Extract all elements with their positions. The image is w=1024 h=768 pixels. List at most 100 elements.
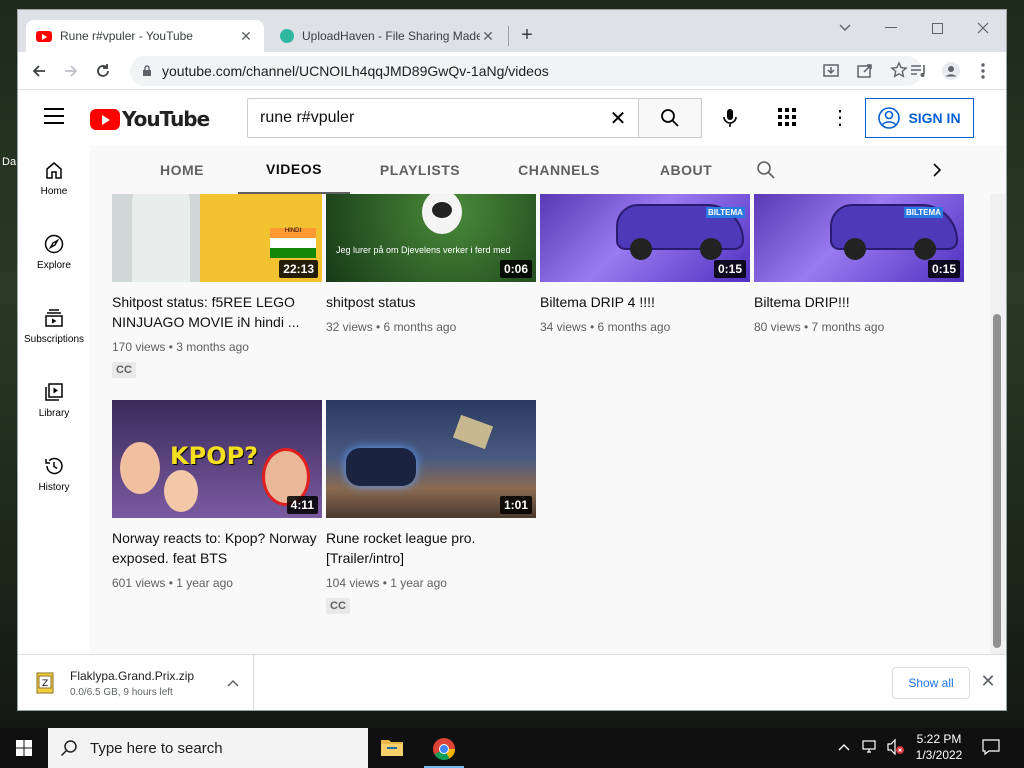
library-icon (45, 382, 63, 401)
windows-logo-icon (16, 740, 32, 756)
volume-muted-icon[interactable] (886, 738, 906, 761)
guide-item-library[interactable]: Library (18, 368, 90, 432)
search-query[interactable]: rune r#vpuler (260, 109, 598, 127)
system-clock[interactable]: 5:22 PM 1/3/2022 (908, 731, 970, 763)
maximize-icon (931, 22, 943, 34)
video-thumbnail[interactable]: BILTEMA 0:15 (754, 194, 964, 282)
clock-time: 5:22 PM (916, 732, 962, 746)
video-duration: 0:06 (499, 260, 532, 278)
address-bar[interactable]: youtube.com/channel/UCNOILh4qqJMD89GwQv-… (130, 56, 922, 86)
tab-home[interactable]: HOME (126, 146, 238, 194)
close-icon[interactable]: ✕ (238, 28, 254, 45)
video-title[interactable]: Biltema DRIP 4 !!!! (540, 292, 750, 312)
tab-uploadhaven[interactable]: UploadHaven - File Sharing Made Simple ✕ (270, 20, 506, 52)
download-item[interactable]: Z Flaklypa.Grand.Prix.zip 0.0/6.5 GB, 9 … (28, 655, 254, 710)
video-card[interactable]: BILTEMA 0:15 Biltema DRIP!!! 80 views • … (754, 194, 964, 334)
video-title[interactable]: Shitpost status: f5REE LEGO NINJUAGO MOV… (112, 292, 322, 332)
youtube-favicon-icon (36, 30, 52, 42)
desktop-icon-label[interactable]: Da (2, 156, 16, 168)
video-grid: HINDI 22:13 Shitpost status: f5REE LEGO … (90, 194, 990, 654)
tab-search-button[interactable] (822, 14, 868, 42)
reload-button[interactable] (92, 60, 114, 82)
scrollbar-thumb[interactable] (993, 314, 1001, 648)
lock-icon[interactable] (142, 65, 152, 77)
chevron-right-icon[interactable] (932, 162, 942, 183)
arrow-right-icon (65, 65, 78, 77)
show-all-button[interactable]: Show all (892, 667, 970, 699)
youtube-apps-icon[interactable] (778, 108, 798, 128)
tab-about[interactable]: ABOUT (638, 146, 734, 194)
arrow-left-icon (32, 65, 45, 77)
guide-item-explore[interactable]: Explore (18, 220, 90, 284)
chrome-taskbar-icon[interactable] (424, 732, 464, 768)
playlist-music-icon (911, 65, 925, 77)
media-control-button[interactable] (908, 60, 930, 82)
window-close-button[interactable] (960, 14, 1006, 42)
file-explorer-taskbar-icon[interactable] (380, 736, 408, 760)
install-app-icon[interactable] (822, 62, 840, 85)
hamburger-menu-icon[interactable] (44, 108, 64, 124)
cc-badge: CC (326, 598, 350, 614)
video-card[interactable]: Jeg lurer på om Djevelens verker i ferd … (326, 194, 536, 334)
video-thumbnail[interactable]: BILTEMA 0:15 (540, 194, 750, 282)
network-icon[interactable] (862, 738, 880, 761)
tab-videos[interactable]: VIDEOS (238, 146, 350, 194)
show-hidden-icons-chevron-icon[interactable] (838, 740, 850, 754)
video-card[interactable]: 1:01 Rune rocket league pro. [Trailer/in… (326, 400, 536, 614)
video-thumbnail[interactable]: Jeg lurer på om Djevelens verker i ferd … (326, 194, 536, 282)
chevron-up-icon[interactable] (227, 679, 239, 687)
thumbnail-overlay-text: KPOP? (170, 442, 259, 470)
channel-search-icon[interactable] (756, 160, 776, 185)
notification-center-icon[interactable] (982, 738, 1000, 761)
minimize-button[interactable] (868, 14, 914, 42)
maximize-button[interactable] (914, 14, 960, 42)
tab-playlists[interactable]: PLAYLISTS (360, 146, 480, 194)
biltema-badge: BILTEMA (706, 207, 745, 218)
guide-item-label: History (38, 481, 70, 493)
video-thumbnail[interactable]: HINDI 22:13 (112, 194, 322, 282)
clear-search-icon[interactable]: ✕ (598, 106, 638, 131)
guide-item-subscriptions[interactable]: Subscriptions (18, 294, 90, 358)
video-duration: 4:11 (286, 496, 318, 514)
video-title[interactable]: Rune rocket league pro. [Trailer/intro] (326, 528, 536, 568)
video-meta: 32 views • 6 months ago (326, 320, 457, 334)
video-title[interactable]: shitpost status (326, 292, 536, 312)
browser-window: Rune r#vpuler - YouTube ✕ UploadHaven - … (18, 10, 1006, 710)
start-button[interactable] (0, 728, 48, 768)
new-tab-button[interactable]: + (515, 24, 539, 48)
close-download-shelf-icon[interactable]: ✕ (978, 671, 998, 695)
reload-icon (97, 64, 109, 77)
video-card[interactable]: KPOP? 4:11 Norway reacts to: Kpop? Norwa… (112, 400, 322, 590)
close-icon[interactable]: ✕ (480, 28, 496, 45)
guide-item-home[interactable]: Home (18, 146, 90, 210)
forward-button[interactable] (60, 60, 82, 82)
settings-more-icon[interactable]: ⋮ (830, 106, 850, 130)
search-icon (60, 740, 77, 757)
video-meta: 80 views • 7 months ago (754, 320, 885, 334)
guide-item-history[interactable]: History (18, 442, 90, 506)
url-text[interactable]: youtube.com/channel/UCNOILh4qqJMD89GwQv-… (162, 63, 549, 79)
back-button[interactable] (28, 60, 50, 82)
video-thumbnail[interactable]: KPOP? 4:11 (112, 400, 322, 518)
taskbar-search-box[interactable]: Type here to search (48, 728, 368, 768)
youtube-logo[interactable]: YouTube (90, 107, 210, 131)
history-icon (45, 457, 63, 474)
sign-in-button[interactable]: SIGN IN (865, 98, 974, 138)
video-meta: 34 views • 6 months ago (540, 320, 671, 334)
voice-search-button[interactable] (716, 104, 744, 132)
video-card[interactable]: BILTEMA 0:15 Biltema DRIP 4 !!!! 34 view… (540, 194, 750, 334)
video-title[interactable]: Biltema DRIP!!! (754, 292, 964, 312)
search-button[interactable] (638, 98, 702, 138)
minimize-icon (885, 27, 897, 28)
bookmark-star-icon[interactable] (890, 61, 908, 84)
page-scrollbar[interactable] (990, 194, 1006, 654)
video-card[interactable]: HINDI 22:13 Shitpost status: f5REE LEGO … (112, 194, 322, 378)
search-input[interactable]: rune r#vpuler ✕ (247, 98, 639, 138)
video-title[interactable]: Norway reacts to: Kpop? Norway exposed. … (112, 528, 322, 568)
video-thumbnail[interactable]: 1:01 (326, 400, 536, 518)
chrome-menu-button[interactable] (972, 60, 994, 82)
profile-button[interactable] (940, 60, 962, 82)
share-icon[interactable] (856, 62, 874, 85)
tab-youtube[interactable]: Rune r#vpuler - YouTube ✕ (26, 20, 264, 52)
tab-channels[interactable]: CHANNELS (494, 146, 624, 194)
